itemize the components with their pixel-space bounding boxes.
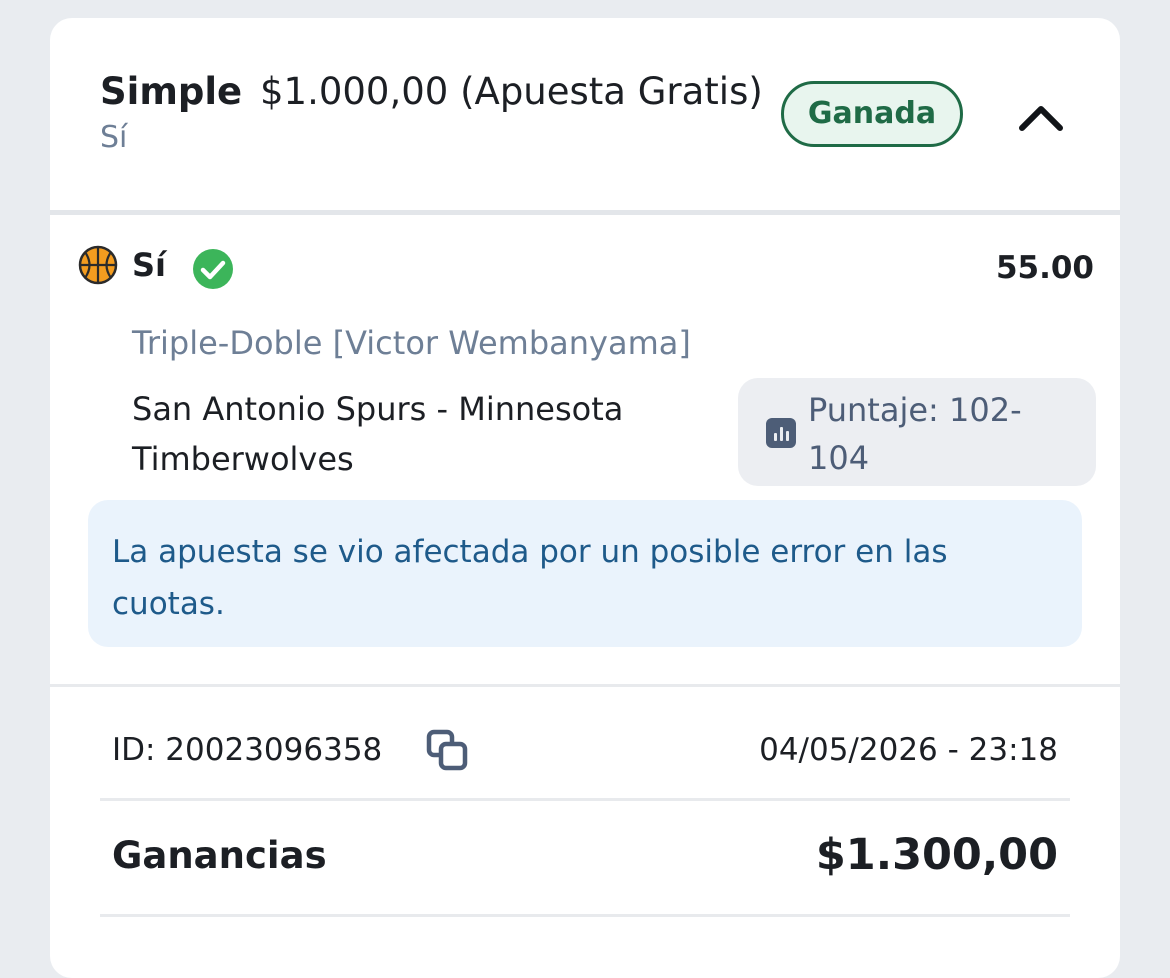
stats-chart-icon xyxy=(766,418,796,448)
copy-icon[interactable] xyxy=(422,726,472,776)
bet-selection-summary: Sí xyxy=(100,120,128,155)
odds-value: 55.00 xyxy=(995,250,1094,286)
divider xyxy=(50,684,1120,687)
divider xyxy=(100,914,1070,917)
divider xyxy=(50,210,1120,215)
placed-timestamp: 04/05/2026 - 23:18 xyxy=(759,732,1058,768)
score-box[interactable]: Puntaje: 102-104 xyxy=(738,378,1096,486)
bet-id: ID: 20023096358 xyxy=(112,732,383,768)
bet-header[interactable]: Simple $1.000,00 (Apuesta Gratis) Sí Gan… xyxy=(50,18,1120,210)
winnings-label: Ganancias xyxy=(112,834,327,877)
status-badge: Ganada xyxy=(781,81,963,147)
check-circle-icon xyxy=(193,249,233,289)
collapse-button[interactable] xyxy=(1010,90,1072,140)
odds-error-notice: La apuesta se vio afectada por un posibl… xyxy=(88,500,1082,647)
basketball-icon xyxy=(78,245,118,285)
bet-amount: $1.000,00 (Apuesta Gratis) xyxy=(260,70,763,113)
bet-type: Simple xyxy=(100,70,243,113)
copy-id-button[interactable] xyxy=(422,726,472,776)
chevron-up-icon[interactable] xyxy=(1010,90,1072,140)
bet-card: Simple $1.000,00 (Apuesta Gratis) Sí Gan… xyxy=(50,18,1120,978)
score-text: Puntaje: 102-104 xyxy=(808,391,1022,477)
market-name: Triple-Doble [Victor Wembanyama] xyxy=(132,324,691,362)
divider xyxy=(100,798,1070,801)
event-name: San Antonio Spurs - Minnesota Timberwolv… xyxy=(132,390,624,478)
winnings-value: $1.300,00 xyxy=(815,830,1058,880)
notice-text: La apuesta se vio afectada por un posibl… xyxy=(112,534,948,622)
selection-name: Sí xyxy=(132,246,167,284)
